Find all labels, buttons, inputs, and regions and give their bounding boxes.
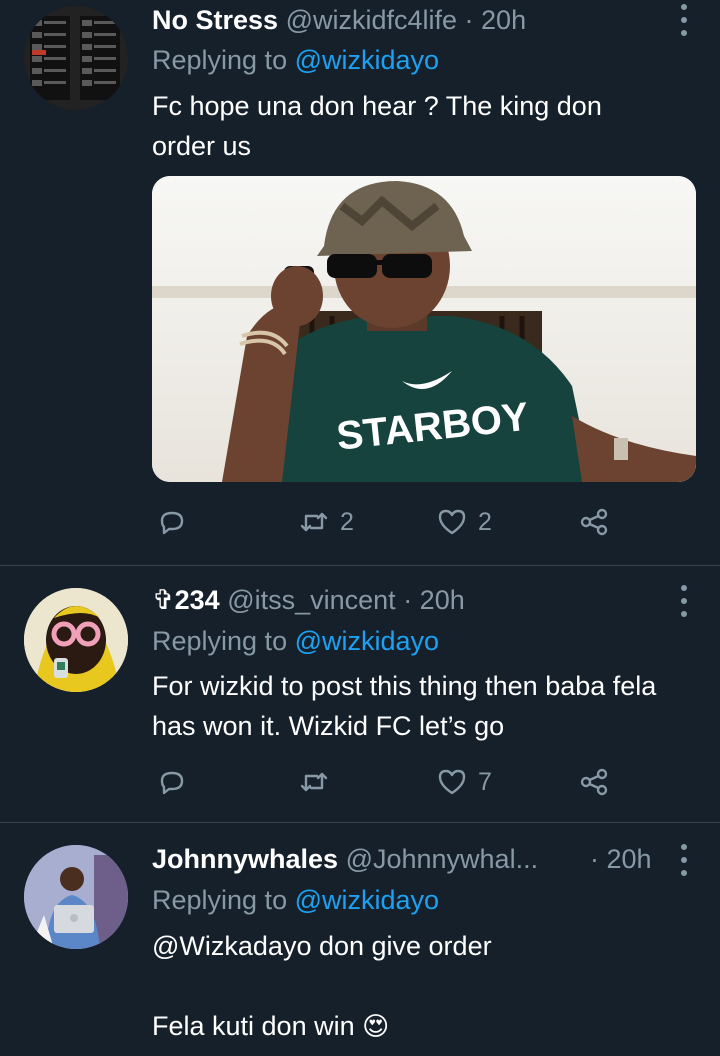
retweet-count: 2: [340, 507, 354, 536]
user-handle[interactable]: @itss_vincent: [227, 585, 395, 615]
timestamp[interactable]: · 20h: [403, 585, 465, 615]
replying-to: Replying to @wizkidayo: [152, 880, 439, 920]
timestamp[interactable]: · 20h: [590, 844, 652, 874]
reply-mention-link[interactable]: @wizkidayo: [295, 885, 439, 915]
share-icon: [580, 768, 608, 796]
tweet-text: @Wizkadayo don give order Fela kuti don …: [152, 926, 680, 1046]
like-count: 7: [478, 767, 492, 796]
tweet-header: Johnnywhales @Johnnywhal...: [152, 839, 620, 879]
reply-mention-link[interactable]: @wizkidayo: [295, 45, 439, 75]
retweet-icon: [300, 512, 328, 532]
more-options-icon[interactable]: [678, 844, 690, 876]
like-button[interactable]: 2: [436, 502, 492, 542]
avatar[interactable]: [24, 6, 128, 110]
user-handle[interactable]: @Johnnywhal...: [346, 844, 539, 874]
retweet-button[interactable]: 2: [298, 502, 354, 542]
more-options-icon[interactable]: [678, 585, 690, 617]
replying-to-label: Replying to: [152, 45, 288, 75]
timestamp[interactable]: · 20h: [465, 5, 527, 35]
heart-icon: [438, 509, 466, 535]
replying-to: Replying to @wizkidayo: [152, 621, 439, 661]
share-button[interactable]: [578, 502, 610, 542]
tweet-actions: 7: [152, 762, 632, 802]
tweet-text: Fc hope una don hear ? The king don orde…: [152, 91, 610, 161]
reply-icon: [160, 771, 184, 795]
display-name[interactable]: Johnnywhales: [152, 844, 338, 874]
reply-mention-link[interactable]: @wizkidayo: [295, 626, 439, 656]
user-handle[interactable]: @wizkidfc4life: [286, 5, 457, 35]
tweet[interactable]: ✞234 @itss_vincent · 20h Replying to @wi…: [0, 566, 720, 822]
tweet[interactable]: Johnnywhales @Johnnywhal... · 20h Replyi…: [0, 823, 720, 1056]
replying-to-label: Replying to: [152, 626, 288, 656]
replying-to-label: Replying to: [152, 885, 288, 915]
reply-button[interactable]: [156, 762, 188, 802]
tweet-image[interactable]: STARBOY: [152, 176, 696, 482]
retweet-icon: [300, 772, 328, 792]
reply-icon: [160, 511, 184, 535]
avatar[interactable]: [24, 588, 128, 692]
more-options-icon[interactable]: [678, 4, 690, 36]
like-count: 2: [478, 507, 492, 536]
share-icon: [580, 508, 608, 536]
tweet-text: For wizkid to post this thing then baba …: [152, 671, 664, 741]
tweet-text-body: @Wizkadayo don give order Fela kuti don …: [152, 931, 492, 1041]
retweet-button[interactable]: [298, 762, 340, 802]
tweet-actions: 2 2: [152, 502, 632, 542]
tweet-header: No Stress @wizkidfc4life · 20h: [152, 0, 660, 40]
display-name[interactable]: ✞234: [152, 585, 220, 615]
avatar[interactable]: [24, 845, 128, 949]
share-button[interactable]: [578, 762, 610, 802]
display-name[interactable]: No Stress: [152, 5, 278, 35]
timestamp-wrap: · 20h: [590, 839, 680, 879]
replying-to: Replying to @wizkidayo: [152, 40, 439, 80]
tweet-header: ✞234 @itss_vincent · 20h: [152, 580, 660, 620]
heart-icon: [438, 769, 466, 795]
reply-button[interactable]: [156, 502, 188, 542]
heart-eyes-emoji: 😍: [362, 1011, 390, 1041]
tweet[interactable]: No Stress @wizkidfc4life · 20h Replying …: [0, 0, 720, 565]
like-button[interactable]: 7: [436, 762, 492, 802]
